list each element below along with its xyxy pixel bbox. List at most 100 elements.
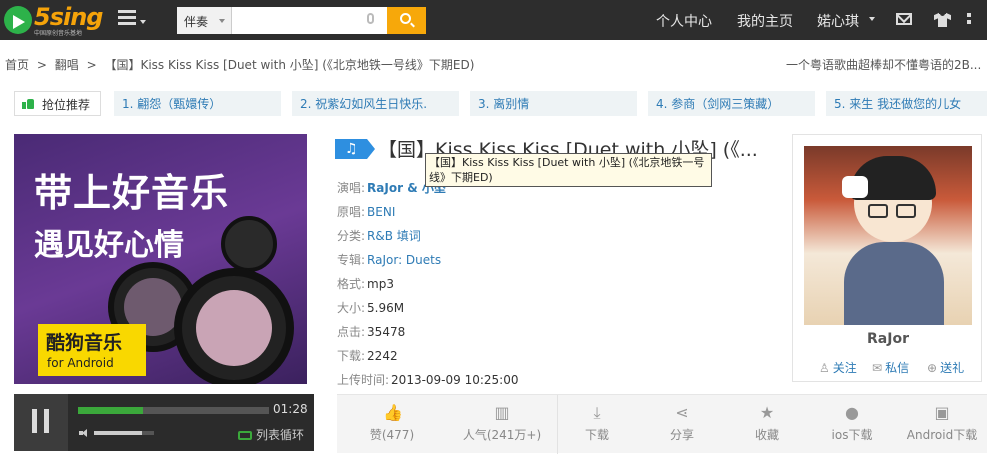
vinyl-record-icon bbox=[221, 216, 277, 272]
kugou-ad-banner[interactable]: 带上好音乐 遇见好心情 酷狗音乐 for Android bbox=[14, 134, 307, 384]
meta-label: 原唱: bbox=[337, 205, 366, 219]
recommend-item[interactable]: 4. 参商（剑网三策藏） bbox=[648, 91, 815, 116]
ad-badge-title: 酷狗音乐 bbox=[46, 332, 123, 354]
search-type-select[interactable]: 伴奏 bbox=[177, 7, 232, 34]
chevron-down-icon[interactable] bbox=[869, 17, 875, 21]
meta-value: 35478 bbox=[367, 325, 406, 339]
action-share[interactable]: ⋖ 分享 bbox=[637, 395, 727, 454]
volume-icon[interactable] bbox=[79, 429, 89, 437]
meta-value[interactable]: R&B 填词 bbox=[367, 229, 421, 243]
song-meta-row: 分类: R&B 填词 bbox=[337, 227, 421, 244]
action-bar-chart[interactable]: ▥ 人气(241万+) bbox=[447, 395, 557, 454]
audio-player: 01:28 列表循环 bbox=[14, 394, 314, 451]
action-thumbs-up[interactable]: 👍 赞(477) bbox=[337, 395, 447, 454]
meta-value: 2242 bbox=[367, 349, 398, 363]
action-star[interactable]: ★ 收藏 bbox=[727, 395, 807, 454]
search-input[interactable] bbox=[232, 7, 387, 34]
star-icon: ★ bbox=[759, 403, 775, 422]
vinyl-record-icon bbox=[174, 268, 294, 384]
playback-time: 01:28 bbox=[273, 402, 308, 416]
loop-mode-label: 列表循环 bbox=[256, 428, 305, 442]
search-icon bbox=[400, 13, 411, 24]
nav-personal-center[interactable]: 个人中心 bbox=[656, 11, 712, 31]
action-label: 人气(241万+) bbox=[462, 428, 542, 442]
meta-label: 分类: bbox=[337, 229, 366, 243]
meta-label: 上传时间: bbox=[337, 373, 390, 387]
artist-name[interactable]: RaJor bbox=[793, 331, 983, 347]
ad-headline: 带上好音乐 bbox=[34, 171, 230, 215]
volume-slider[interactable] bbox=[94, 431, 154, 435]
user-plus-icon: ♙ bbox=[819, 361, 830, 375]
top-nav-bar: 5sing 中国原创音乐基地 伴奏 个人中心 我的主页 婼心琪 bbox=[0, 0, 987, 40]
action-label: 赞(477) bbox=[369, 428, 415, 442]
gift-button[interactable]: ⊕ 送礼 bbox=[927, 359, 964, 376]
breadcrumb: 首页 > 翻唱 > 【国】Kiss Kiss Kiss [Duet with 小… bbox=[5, 56, 478, 73]
meta-label: 格式: bbox=[337, 277, 366, 291]
logo-play-icon bbox=[4, 6, 32, 34]
song-meta-row: 上传时间: 2013-09-09 10:25:00 bbox=[337, 371, 519, 388]
search-button[interactable] bbox=[387, 7, 426, 34]
chevron-down-icon bbox=[219, 19, 225, 23]
meta-value[interactable]: RaJor: Duets bbox=[367, 253, 441, 267]
meta-label: 点击: bbox=[337, 325, 366, 339]
site-logo[interactable]: 5sing 中国原创音乐基地 bbox=[4, 3, 104, 37]
song-meta-row: 下载: 2242 bbox=[337, 347, 398, 364]
ad-subheadline: 遇见好心情 bbox=[34, 228, 184, 263]
more-grid-icon[interactable] bbox=[967, 13, 987, 27]
recommend-item[interactable]: 1. 翩怨（甄嬛传） bbox=[114, 91, 281, 116]
action-apple[interactable]: ● ios下载 bbox=[807, 395, 897, 454]
music-note-icon: ♫ bbox=[335, 139, 375, 159]
message-button[interactable]: ✉ 私信 bbox=[872, 359, 909, 376]
apple-icon: ● bbox=[845, 403, 859, 422]
logo-subtitle: 中国原创音乐基地 bbox=[34, 30, 83, 37]
breadcrumb-section[interactable]: 翻唱 bbox=[55, 58, 79, 72]
action-label: Android下载 bbox=[906, 428, 978, 442]
progress-bar[interactable] bbox=[78, 407, 269, 414]
title-tooltip: 【国】Kiss Kiss Kiss [Duet with 小坠] (《北京地铁一… bbox=[425, 153, 712, 187]
loop-mode-toggle[interactable]: 列表循环 bbox=[238, 426, 304, 443]
meta-value: 2013-09-09 10:25:00 bbox=[391, 373, 519, 387]
menu-icon[interactable] bbox=[118, 10, 148, 30]
meta-label: 下载: bbox=[337, 349, 366, 363]
mail-icon[interactable] bbox=[896, 13, 912, 25]
pause-button[interactable] bbox=[14, 394, 68, 451]
recommend-item[interactable]: 2. 祝紫幻如风生日快乐. bbox=[292, 91, 459, 116]
recommend-item[interactable]: 5. 来生 我还做您的儿女 bbox=[826, 91, 987, 116]
ad-app-badge: 酷狗音乐 for Android bbox=[38, 324, 146, 376]
news-ticker[interactable]: 一个粤语歌曲超棒却不懂粤语的2B... bbox=[786, 56, 981, 73]
action-label: 收藏 bbox=[754, 428, 779, 442]
download-icon: ⤓ bbox=[593, 403, 601, 422]
meta-value: mp3 bbox=[367, 277, 394, 291]
meta-label: 专辑: bbox=[337, 253, 366, 267]
meta-label: 大小: bbox=[337, 301, 366, 315]
thumbs-up-icon bbox=[22, 97, 34, 109]
gift-icon: ⊕ bbox=[927, 361, 938, 375]
artist-card: RaJor ♙ 关注 ✉ 私信 ⊕ 送礼 bbox=[792, 134, 982, 382]
song-meta-row: 原唱: BENI bbox=[337, 203, 395, 220]
breadcrumb-separator: > bbox=[36, 58, 47, 72]
artist-avatar[interactable] bbox=[804, 146, 972, 325]
follow-label: 关注 bbox=[832, 361, 857, 375]
envelope-icon: ✉ bbox=[872, 361, 883, 375]
nav-username[interactable]: 婼心琪 bbox=[817, 11, 859, 31]
follow-button[interactable]: ♙ 关注 bbox=[819, 359, 857, 376]
song-meta-row: 格式: mp3 bbox=[337, 275, 394, 292]
action-bar: 👍 赞(477) ▥ 人气(241万+) ⤓ 下载 ⋖ 分享 ★ 收藏 ● ios下载 ▣ Android… bbox=[337, 394, 987, 454]
meta-value[interactable]: BENI bbox=[367, 205, 395, 219]
song-meta-row: 点击: 35478 bbox=[337, 323, 405, 340]
action-download[interactable]: ⤓ 下载 bbox=[557, 395, 637, 454]
bar-chart-icon: ▥ bbox=[494, 403, 510, 422]
recommend-label-text: 抢位推荐 bbox=[42, 98, 91, 112]
android-icon: ▣ bbox=[934, 403, 950, 422]
breadcrumb-home[interactable]: 首页 bbox=[5, 58, 29, 72]
logo-text: 5sing bbox=[34, 3, 103, 31]
recommend-item[interactable]: 3. 离别情 bbox=[470, 91, 637, 116]
skin-shirt-icon[interactable] bbox=[934, 12, 951, 27]
microphone-icon[interactable] bbox=[367, 13, 374, 24]
recommend-label: 抢位推荐 bbox=[14, 91, 101, 116]
search-type-label: 伴奏 bbox=[184, 15, 209, 29]
action-android[interactable]: ▣ Android下载 bbox=[897, 395, 987, 454]
nav-my-homepage[interactable]: 我的主页 bbox=[737, 11, 793, 31]
loop-icon bbox=[238, 431, 252, 440]
action-label: 下载 bbox=[584, 428, 609, 442]
